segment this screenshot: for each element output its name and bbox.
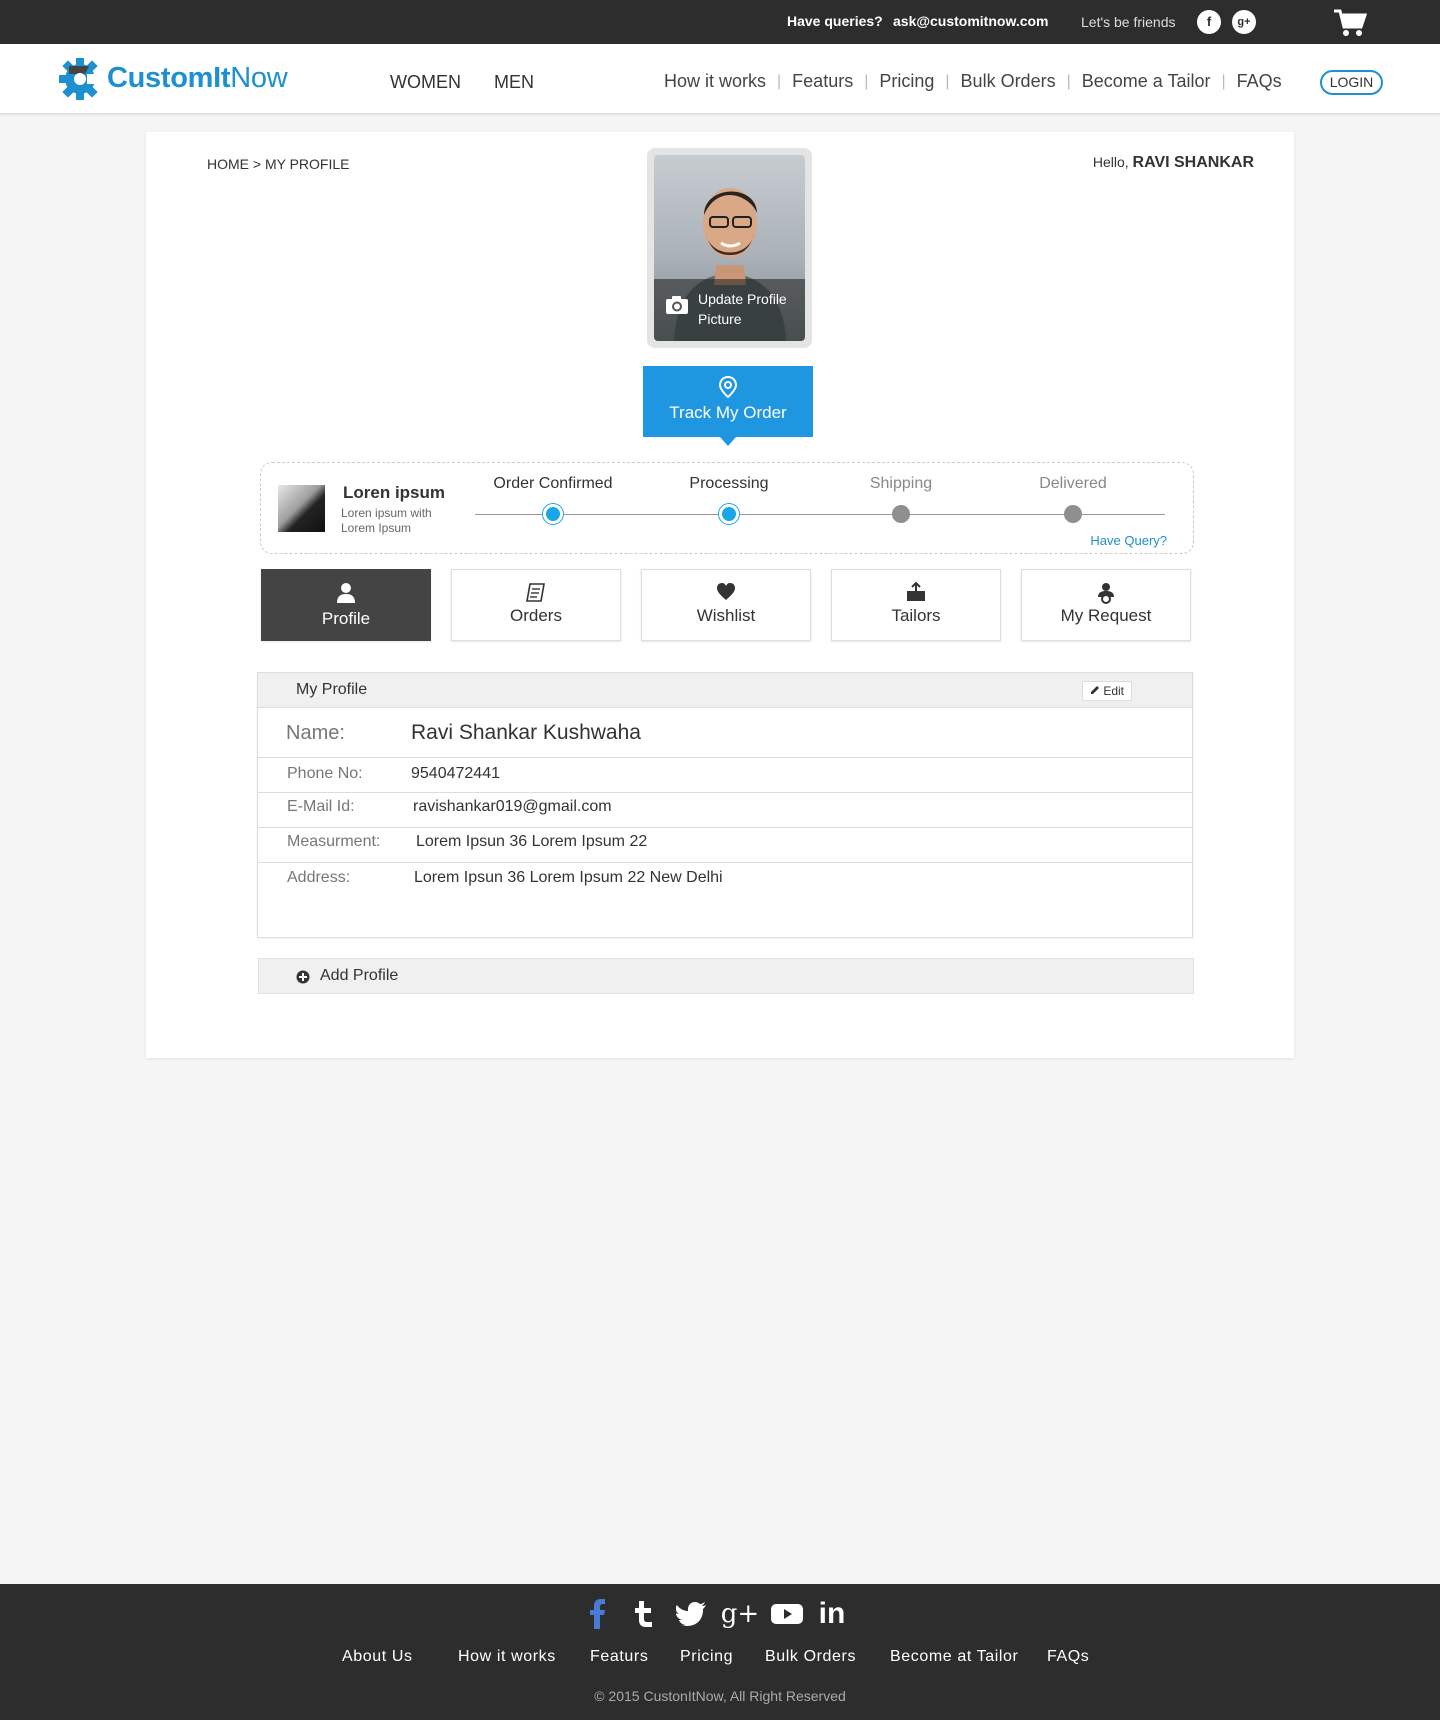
- update-picture-label: Update Profile Picture: [698, 291, 787, 327]
- main-header: CustomItNow WOMEN MEN How it works | Fea…: [0, 44, 1440, 114]
- order-thumbnail: [278, 485, 325, 532]
- order-name: Loren ipsum: [343, 483, 446, 502]
- footer: g+ in About Us How it works Featurs Pric…: [0, 1584, 1440, 1720]
- tab-profile[interactable]: Profile: [261, 569, 431, 641]
- order-tracker: Loren ipsum Loren ipsum with Lorem Ipsum…: [260, 462, 1194, 554]
- footer-social-icons: g+ in: [0, 1596, 1440, 1636]
- nav-how-it-works[interactable]: How it works: [664, 71, 766, 92]
- phone-value: 9540472441: [411, 765, 500, 782]
- footer-about[interactable]: About Us: [342, 1648, 413, 1666]
- name-label: Name:: [286, 722, 345, 744]
- tailor-icon: [907, 582, 925, 601]
- profile-tabs: Profile Orders Wishlist Tailors My Reque…: [261, 569, 1193, 643]
- tab-wishlist[interactable]: Wishlist: [641, 569, 811, 641]
- breadcrumb[interactable]: HOME > MY PROFILE: [207, 156, 350, 172]
- heart-icon: [717, 583, 735, 600]
- edit-button[interactable]: Edit: [1082, 681, 1132, 701]
- login-button[interactable]: LOGIN: [1320, 70, 1383, 95]
- step-dot-delivered: [1064, 505, 1082, 523]
- step-dot-processing: [719, 504, 739, 524]
- top-bar: Have queries? ask@customitnow.com Let's …: [0, 0, 1440, 44]
- step-dot-shipping: [892, 505, 910, 523]
- profile-row-address: Address: Lorem Ipsun 36 Lorem Ipsum 22 N…: [258, 863, 1192, 937]
- camera-icon: [666, 296, 688, 314]
- nav-features[interactable]: Featurs: [792, 71, 853, 92]
- linkedin-icon[interactable]: in: [815, 1596, 849, 1632]
- step-dot-order-confirmed: [543, 504, 563, 524]
- profile-row-phone: Phone No: 9540472441: [258, 758, 1192, 793]
- contact-email-link[interactable]: ask@customitnow.com: [893, 13, 1049, 29]
- address-label: Address:: [287, 869, 351, 886]
- facebook-icon[interactable]: [585, 1596, 609, 1632]
- tab-orders[interactable]: Orders: [451, 569, 621, 641]
- nav-women[interactable]: WOMEN: [390, 72, 461, 93]
- logo[interactable]: CustomItNow: [57, 52, 288, 104]
- measurement-label: Measurment:: [287, 833, 381, 850]
- phone-label: Phone No:: [287, 765, 363, 782]
- step-label-order-confirmed: Order Confirmed: [493, 475, 613, 492]
- update-picture-button[interactable]: Update Profile Picture: [654, 279, 805, 341]
- footer-faqs[interactable]: FAQs: [1047, 1648, 1089, 1666]
- footer-how-it-works[interactable]: How it works: [458, 1648, 556, 1666]
- user-name: RAVI SHANKAR: [1132, 154, 1254, 171]
- nav-men[interactable]: MEN: [494, 72, 534, 93]
- facebook-icon[interactable]: f: [1197, 10, 1221, 34]
- panel-header: My Profile Edit: [258, 673, 1192, 708]
- order-description: Loren ipsum with Lorem Ipsum: [341, 506, 432, 535]
- user-icon: [337, 583, 355, 603]
- address-value: Lorem Ipsun 36 Lorem Ipsum 22 New Delhi: [414, 869, 723, 886]
- profile-row-email: E-Mail Id: ravishankar019@gmail.com: [258, 793, 1192, 828]
- nav-bulk-orders[interactable]: Bulk Orders: [961, 71, 1056, 92]
- step-label-shipping: Shipping: [869, 475, 933, 492]
- track-order-button[interactable]: Track My Order: [643, 366, 813, 446]
- request-icon: [1098, 583, 1114, 604]
- progress-line: [475, 514, 1165, 515]
- copyright: © 2015 CustonItNow, All Right Reserved: [594, 1688, 846, 1704]
- footer-bulk-orders[interactable]: Bulk Orders: [765, 1648, 856, 1666]
- footer-become-tailor[interactable]: Become at Tailor: [890, 1648, 1018, 1666]
- main-nav: How it works | Featurs | Pricing | Bulk …: [664, 71, 1282, 92]
- footer-pricing[interactable]: Pricing: [680, 1648, 733, 1666]
- cart-icon[interactable]: [1333, 8, 1367, 38]
- email-value: ravishankar019@gmail.com: [413, 798, 612, 815]
- profile-card: HOME > MY PROFILE Hello, RAVI SHANKAR Up…: [146, 132, 1294, 1058]
- twitter-icon[interactable]: [676, 1596, 706, 1632]
- my-profile-panel: My Profile Edit Name: Ravi Shankar Kushw…: [257, 672, 1193, 938]
- email-label: E-Mail Id:: [287, 798, 355, 815]
- avatar-frame: Update Profile Picture: [647, 148, 812, 348]
- profile-row-measurement: Measurment: Lorem Ipsun 36 Lorem Ipsum 2…: [258, 828, 1192, 863]
- logo-text: CustomItNow: [107, 61, 288, 94]
- panel-title: My Profile: [296, 681, 368, 698]
- tumblr-icon[interactable]: [632, 1596, 656, 1632]
- add-profile-label: Add Profile: [320, 967, 399, 984]
- have-query-link[interactable]: Have Query?: [1090, 533, 1167, 548]
- gear-logo-icon: [59, 58, 103, 100]
- receipt-icon: [526, 583, 545, 602]
- name-value: Ravi Shankar Kushwaha: [411, 721, 641, 744]
- youtube-icon[interactable]: [771, 1596, 803, 1632]
- pencil-icon: [1090, 686, 1099, 694]
- greeting: Hello, RAVI SHANKAR: [1092, 154, 1254, 171]
- step-label-delivered: Delivered: [1039, 475, 1107, 492]
- nav-become-tailor[interactable]: Become a Tailor: [1082, 71, 1211, 92]
- add-profile-button[interactable]: Add Profile: [258, 958, 1194, 994]
- friends-label: Let's be friends: [1081, 14, 1176, 30]
- track-order-label: Track My Order: [669, 403, 787, 422]
- google-plus-icon[interactable]: g+: [721, 1596, 759, 1632]
- tab-tailors[interactable]: Tailors: [831, 569, 1001, 641]
- plus-circle-icon: [296, 970, 310, 984]
- profile-row-name: Name: Ravi Shankar Kushwaha: [258, 708, 1192, 758]
- step-label-processing: Processing: [689, 475, 769, 492]
- location-pin-icon: [718, 376, 738, 398]
- google-plus-icon[interactable]: g+: [1232, 10, 1256, 34]
- nav-pricing[interactable]: Pricing: [879, 71, 934, 92]
- tab-my-request[interactable]: My Request: [1021, 569, 1191, 641]
- footer-features[interactable]: Featurs: [590, 1648, 648, 1666]
- avatar: Update Profile Picture: [654, 155, 805, 341]
- measurement-value: Lorem Ipsun 36 Lorem Ipsum 22: [416, 833, 648, 850]
- queries-label: Have queries?: [787, 13, 883, 29]
- nav-faqs[interactable]: FAQs: [1237, 71, 1282, 92]
